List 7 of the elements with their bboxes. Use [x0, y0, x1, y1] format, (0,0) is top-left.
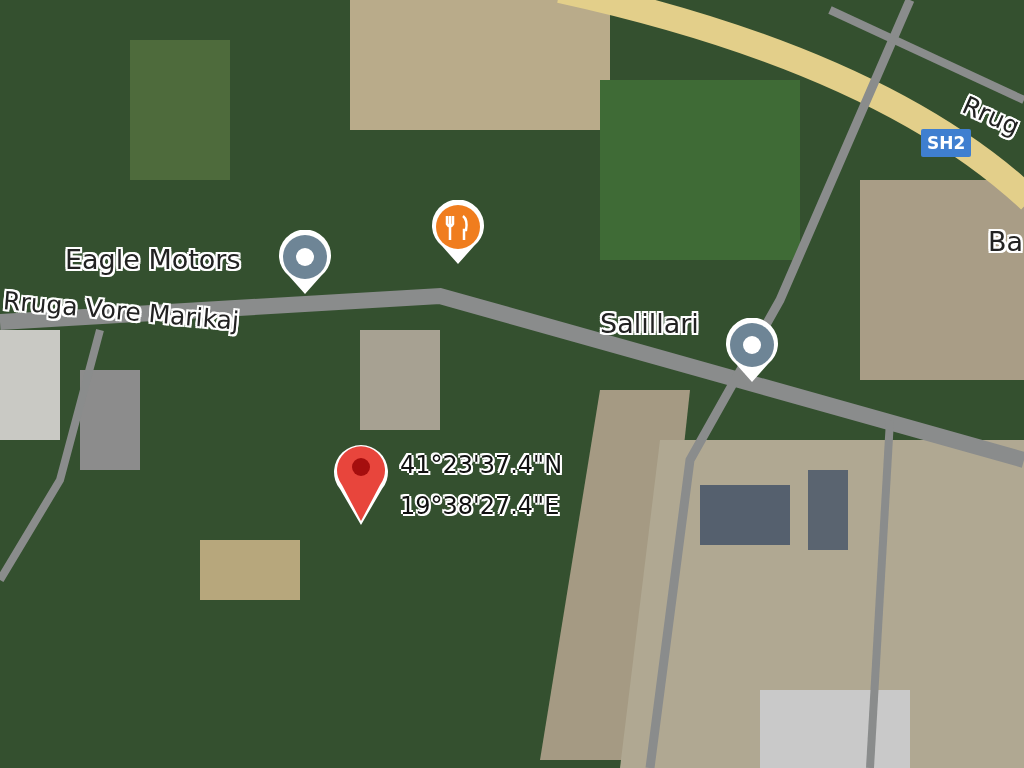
latitude-text: 41°23'37.4"N [400, 451, 563, 479]
place-label[interactable]: Eagle Motors [65, 244, 241, 275]
place-label[interactable]: Ba [988, 226, 1024, 257]
place-label[interactable]: Salillari [600, 308, 699, 339]
highway-shield: SH2 [921, 129, 972, 157]
road-label: Rruga Vore Marikaj [2, 286, 241, 336]
longitude-text: 19°38'27.4"E [400, 492, 560, 520]
